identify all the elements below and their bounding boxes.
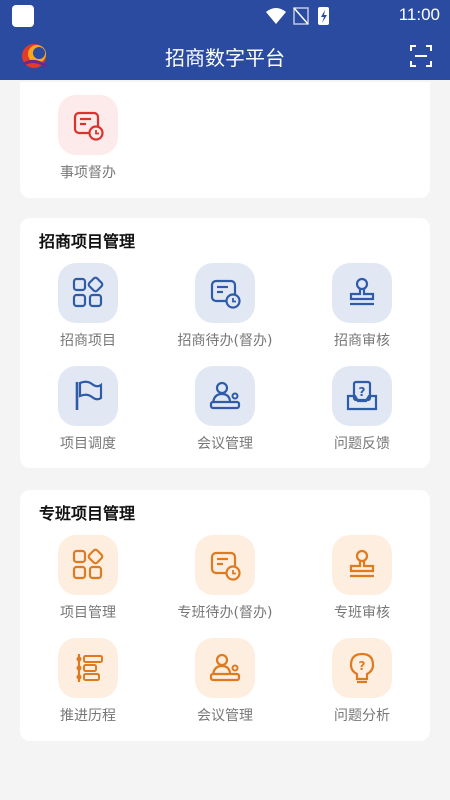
meeting-icon <box>209 653 241 682</box>
status-time: 11:00 <box>398 5 440 24</box>
item-label: 项目调度 <box>60 436 116 452</box>
stamp-icon <box>349 549 375 578</box>
item-label: 问题反馈 <box>334 436 390 452</box>
item-xiangmu-guanli[interactable]: 项目管理 <box>28 535 148 622</box>
item-icon-box: ? <box>332 638 392 698</box>
item-zhaoshang-daiban[interactable]: 招商待办(督办) <box>165 263 285 350</box>
item-label: 项目管理 <box>60 605 116 621</box>
item-zhaoshang-xiangmu[interactable]: 招商项目 <box>28 263 148 350</box>
section-title: 招商项目管理 <box>39 232 136 251</box>
card-general: 事项督办 <box>20 82 430 198</box>
clock-doc-icon <box>210 279 241 309</box>
item-huiyi-guanli-2[interactable]: 会议管理 <box>165 638 285 725</box>
item-icon-box <box>195 263 255 323</box>
item-label: 会议管理 <box>197 708 253 724</box>
item-label: 问题分析 <box>334 708 390 724</box>
svg-text:?: ? <box>359 385 366 399</box>
item-zhaoshang-shenhe[interactable]: 招商审核 <box>302 263 422 350</box>
item-label: 推进历程 <box>60 708 116 724</box>
item-icon-box <box>332 535 392 595</box>
item-icon-box <box>58 638 118 698</box>
question-inbox-icon: ? <box>346 380 378 411</box>
scan-icon[interactable] <box>410 45 432 67</box>
clock-doc-icon <box>210 551 241 581</box>
item-label: 招商项目 <box>60 333 116 349</box>
item-icon-box <box>58 95 118 155</box>
apps-grid-icon <box>72 276 104 308</box>
status-bar: 11:00 <box>0 0 450 32</box>
item-shixiang-duban[interactable]: 事项督办 <box>28 95 148 182</box>
system-status-icons <box>266 7 329 25</box>
clock-doc-icon <box>73 111 104 141</box>
item-xiangmu-diaodu[interactable]: 项目调度 <box>28 366 148 453</box>
question-bulb-icon: ? <box>349 652 375 684</box>
item-label: 事项督办 <box>60 165 116 181</box>
meeting-icon <box>209 381 241 410</box>
item-label: 专班待办(督办) <box>177 605 273 621</box>
item-icon-box <box>195 535 255 595</box>
item-wenti-fenxi[interactable]: ? 问题分析 <box>302 638 422 725</box>
item-icon-box: ? <box>332 366 392 426</box>
item-icon-box <box>58 535 118 595</box>
item-label: 专班审核 <box>334 605 390 621</box>
item-label: 会议管理 <box>197 436 253 452</box>
section-title: 专班项目管理 <box>39 504 136 523</box>
item-icon-box <box>195 366 255 426</box>
timeline-icon <box>76 654 103 682</box>
app-bar: 招商数字平台 <box>0 32 450 80</box>
stamp-icon <box>349 277 375 306</box>
item-wenti-fankui[interactable]: ? 问题反馈 <box>302 366 422 453</box>
item-icon-box <box>195 638 255 698</box>
item-zhuanban-daiban[interactable]: 专班待办(督办) <box>165 535 285 622</box>
flag-icon <box>75 380 103 410</box>
item-huiyi-guanli-1[interactable]: 会议管理 <box>165 366 285 453</box>
item-label: 招商审核 <box>334 333 390 349</box>
card-zhuanban: 专班项目管理 项目管理 专班待办(督办) 专班审核 推进历程 会议管理 ? 问题… <box>20 490 430 741</box>
item-label: 招商待办(督办) <box>177 333 273 349</box>
item-icon-box <box>58 366 118 426</box>
card-zhaoshang: 招商项目管理 招商项目 招商待办(督办) 招商审核 项目调度 会议管理 ? 问题… <box>20 218 430 468</box>
apps-grid-icon <box>72 548 104 580</box>
svg-text:?: ? <box>359 659 366 673</box>
app-title: 招商数字平台 <box>165 46 285 70</box>
item-icon-box <box>58 263 118 323</box>
item-tuijin-licheng[interactable]: 推进历程 <box>28 638 148 725</box>
notification-icon <box>12 5 34 27</box>
item-zhuanban-shenhe[interactable]: 专班审核 <box>302 535 422 622</box>
item-icon-box <box>332 263 392 323</box>
